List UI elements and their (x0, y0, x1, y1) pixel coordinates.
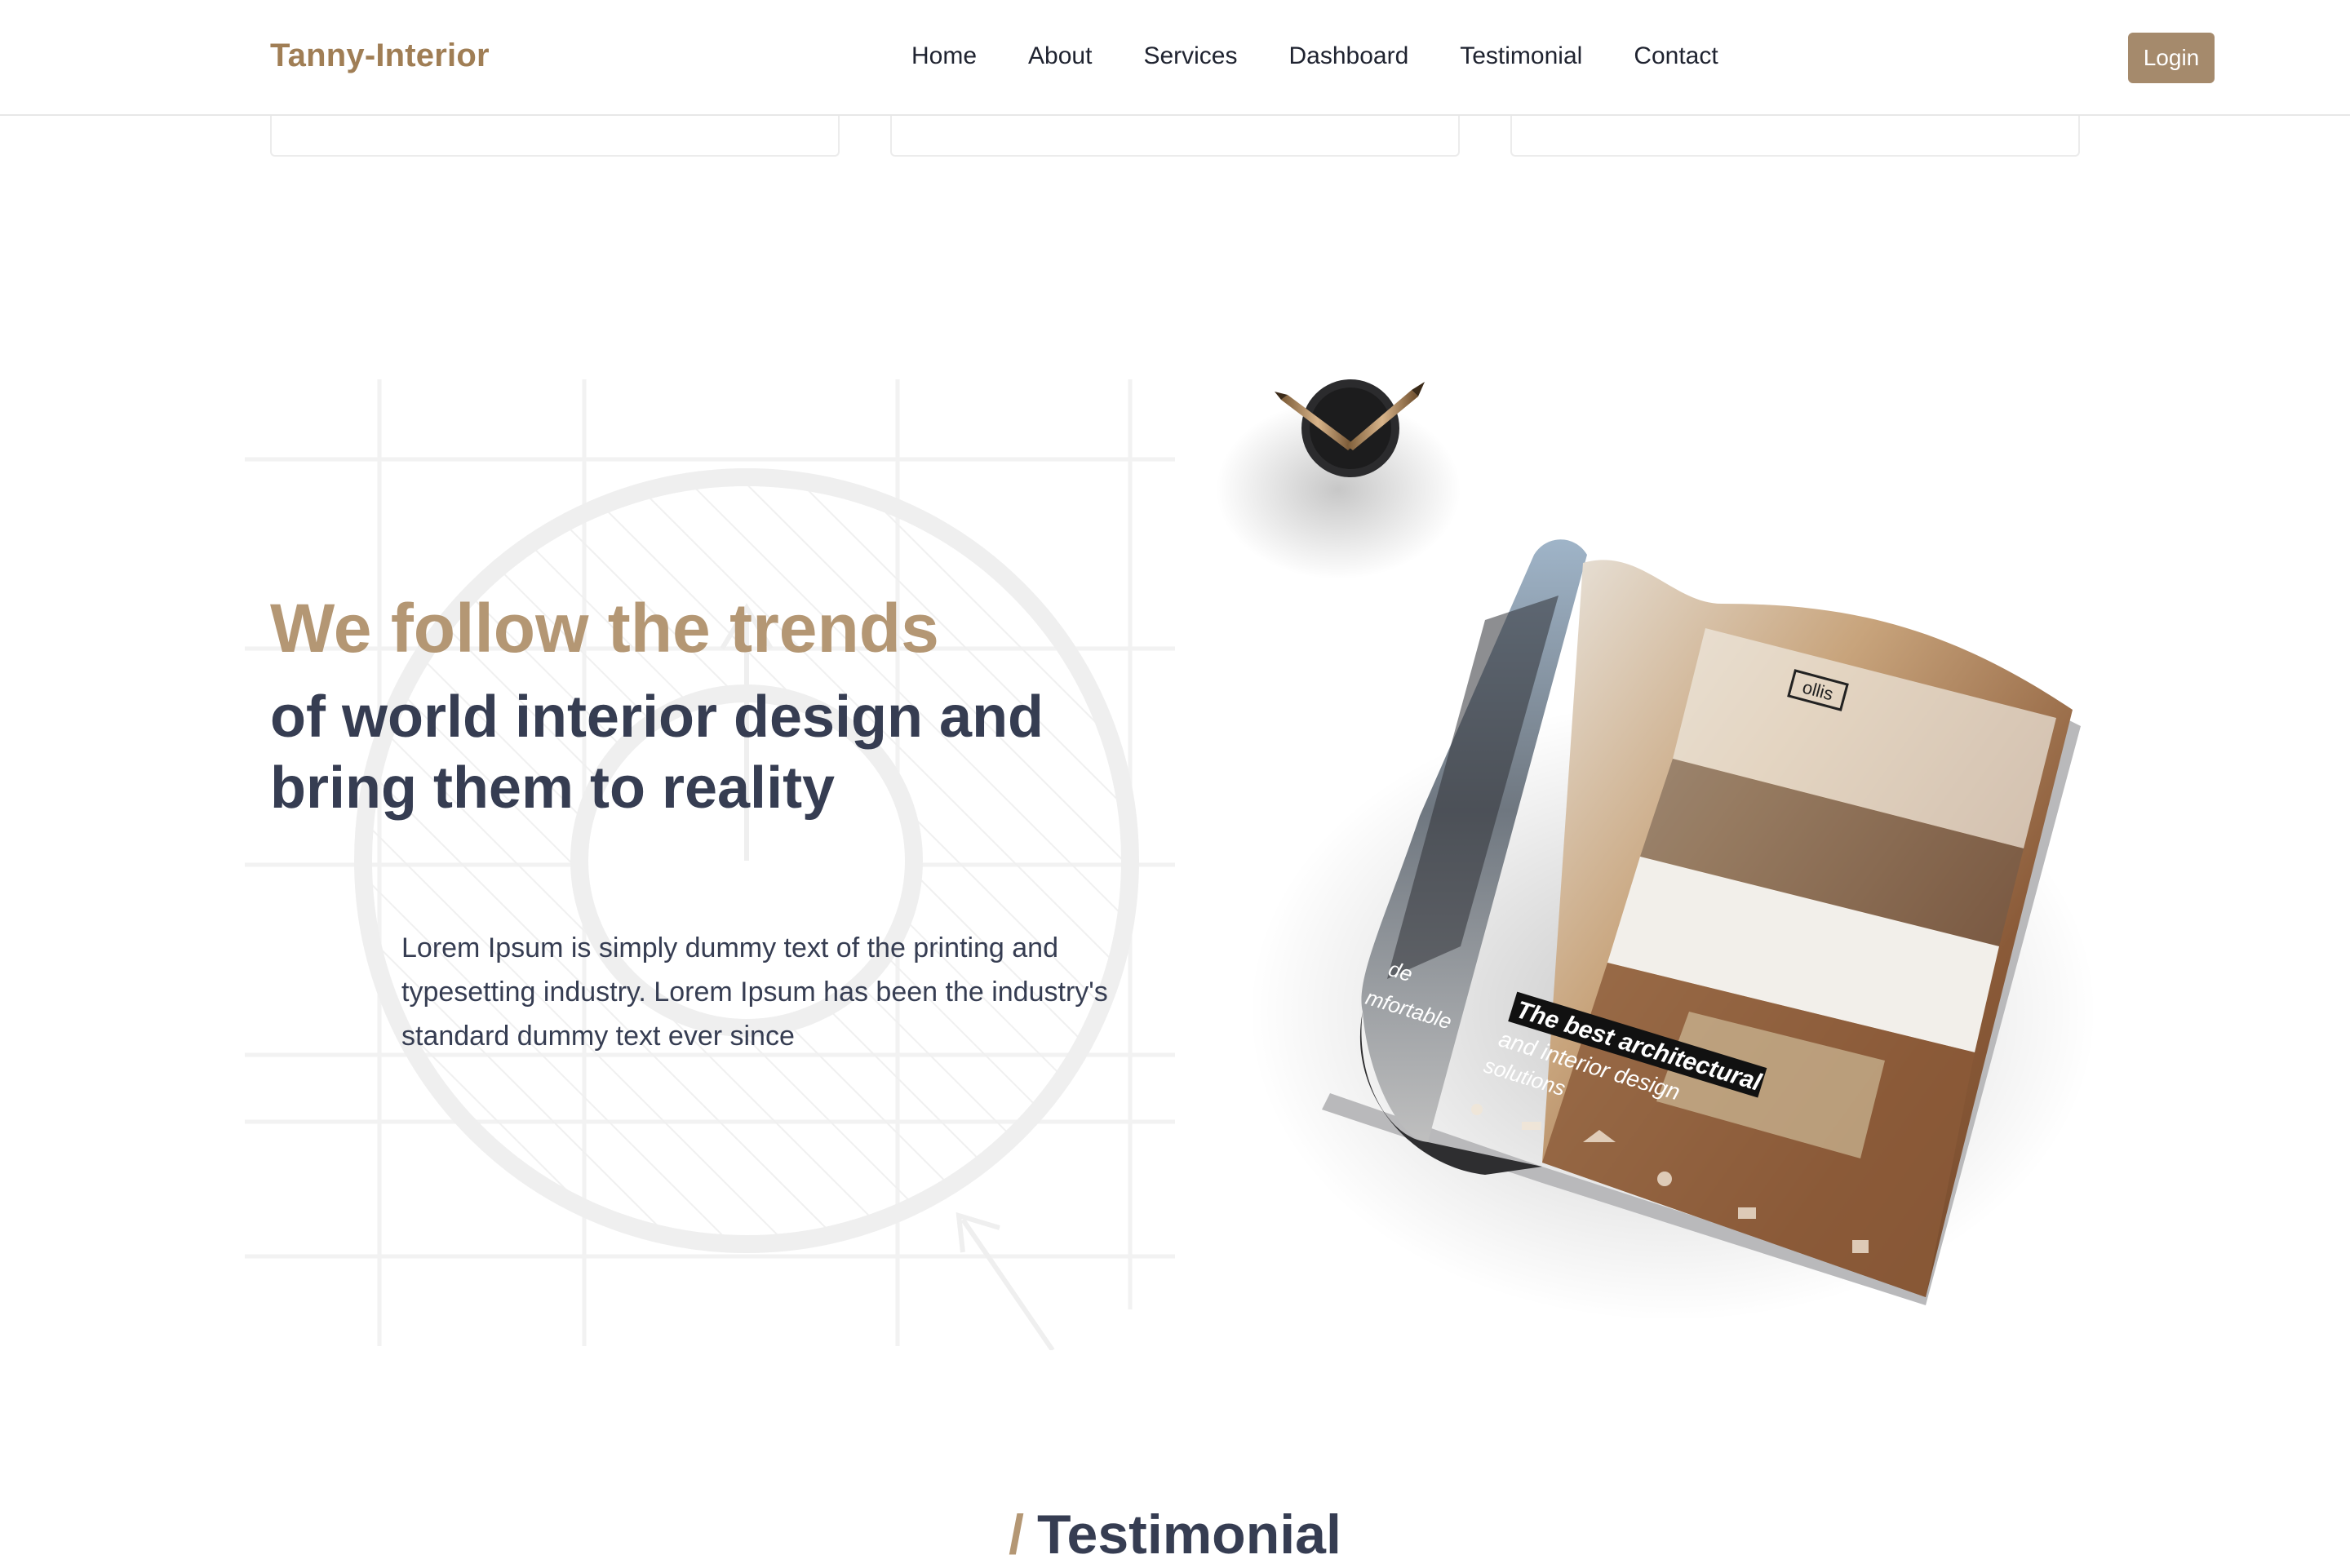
testimonial-section-title: / Testimonial (0, 1503, 2350, 1566)
trends-description: Lorem Ipsum is simply dummy text of the … (401, 932, 1108, 1052)
nav-link-dashboard[interactable]: Dashboard (1288, 42, 1408, 70)
blueprint-drawing (245, 379, 1175, 1350)
brand-logo[interactable]: Tanny-Interior (270, 38, 490, 74)
navbar: Tanny-Interior Home About Services Dashb… (0, 0, 2350, 116)
magazine-image: ollis The best architectural and interio… (1216, 379, 2097, 1322)
nav-link-about[interactable]: About (1028, 42, 1092, 70)
title-slash: / (1009, 1504, 1025, 1566)
nav-menu: Home About Services Dashboard Testimonia… (911, 42, 1718, 70)
testimonial-title-text: Testimonial (1037, 1504, 1341, 1566)
nav-link-home[interactable]: Home (911, 42, 977, 70)
trends-heading-accent: We follow the trends (270, 590, 939, 667)
nav-link-testimonial[interactable]: Testimonial (1460, 42, 1582, 70)
nav-link-services[interactable]: Services (1143, 42, 1237, 70)
nav-link-contact[interactable]: Contact (1634, 42, 1718, 70)
trends-heading-main: of world interior design and bring them … (270, 684, 1044, 821)
login-button[interactable]: Login (2128, 33, 2215, 83)
